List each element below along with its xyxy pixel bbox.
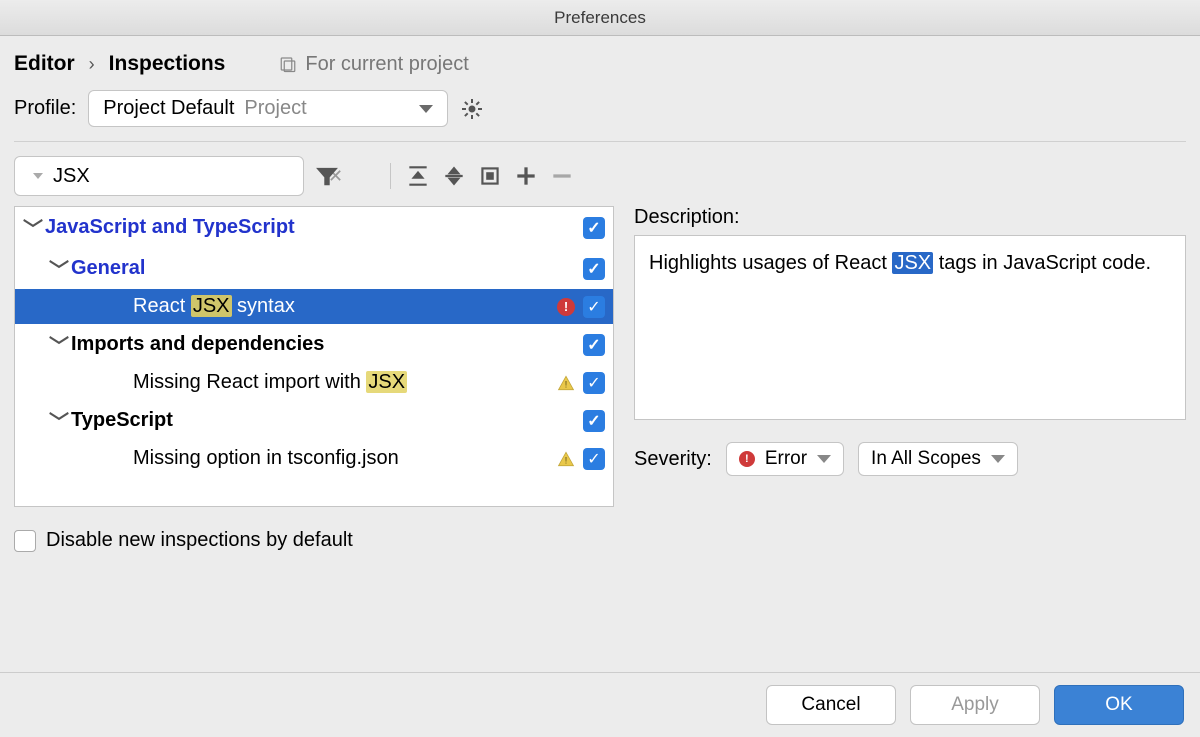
collapse-all-icon[interactable]	[441, 163, 467, 189]
tree-label: Missing React import with JSX	[133, 371, 407, 394]
chevron-down-icon: ﹀	[49, 406, 63, 435]
profile-selected-scope: Project	[244, 97, 306, 120]
checkbox-checked[interactable]: ✓	[583, 217, 605, 239]
checkbox-checked[interactable]: ✓	[583, 372, 605, 394]
checkbox-checked[interactable]: ✓	[583, 296, 605, 318]
reset-icon[interactable]	[477, 163, 503, 189]
chevron-right-icon: ›	[89, 54, 95, 75]
warning-icon: !	[557, 374, 575, 392]
gear-icon[interactable]	[460, 97, 484, 121]
checkbox-checked[interactable]: ✓	[583, 448, 605, 470]
breadcrumb-editor[interactable]: Editor	[14, 52, 75, 76]
tree-node-missing-tsconfig[interactable]: Missing option in tsconfig.json ! ✓	[15, 441, 613, 476]
checkbox-checked[interactable]: ✓	[583, 334, 605, 356]
breadcrumb: Editor › Inspections For current project	[14, 48, 1186, 90]
tree-node-missing-import[interactable]: Missing React import with JSX ! ✓	[15, 365, 613, 400]
apply-button[interactable]: Apply	[910, 685, 1040, 725]
chevron-down-icon: ﹀	[23, 213, 37, 242]
tree-label: TypeScript	[71, 409, 173, 432]
expand-all-icon[interactable]	[405, 163, 431, 189]
chevron-down-icon	[817, 455, 831, 463]
chevron-down-icon: ﹀	[49, 254, 63, 283]
scope-value: In All Scopes	[871, 448, 981, 470]
search-field[interactable]	[51, 164, 320, 189]
tree-node-react-jsx-syntax[interactable]: React JSX syntax ! ✓	[15, 289, 613, 324]
remove-icon[interactable]	[549, 163, 575, 189]
project-scope-icon	[279, 55, 297, 73]
ok-button[interactable]: OK	[1054, 685, 1184, 725]
window-title: Preferences	[0, 0, 1200, 36]
checkbox-checked[interactable]: ✓	[583, 410, 605, 432]
tree-node-imports[interactable]: ﹀ Imports and dependencies ✓	[15, 324, 613, 365]
inspection-tree[interactable]: ﹀ JavaScript and TypeScript ✓ ﹀ General …	[14, 206, 614, 507]
tree-label: Missing option in tsconfig.json	[133, 447, 399, 470]
disable-new-label: Disable new inspections by default	[46, 529, 353, 552]
add-icon[interactable]	[513, 163, 539, 189]
profile-selected-name: Project Default	[103, 97, 234, 120]
search-input[interactable]: ✕	[14, 156, 304, 196]
error-icon: !	[739, 451, 755, 467]
svg-text:!: !	[565, 379, 568, 389]
description-text: Highlights usages of React JSX tags in J…	[634, 235, 1186, 420]
tree-node-general[interactable]: ﹀ General ✓	[15, 248, 613, 289]
chevron-down-icon	[991, 455, 1005, 463]
chevron-down-icon: ﹀	[49, 330, 63, 359]
scope-select[interactable]: In All Scopes	[858, 442, 1018, 476]
disable-new-checkbox[interactable]	[14, 530, 36, 552]
severity-value: Error	[765, 448, 807, 470]
severity-select[interactable]: ! Error	[726, 442, 844, 476]
profile-select[interactable]: Project Default Project	[88, 90, 448, 127]
tree-node-typescript[interactable]: ﹀ TypeScript ✓	[15, 400, 613, 441]
chevron-down-icon	[419, 105, 433, 113]
divider	[14, 141, 1186, 142]
checkbox-checked[interactable]: ✓	[583, 258, 605, 280]
tree-label: JavaScript and TypeScript	[45, 216, 295, 239]
breadcrumb-inspections[interactable]: Inspections	[109, 52, 226, 76]
scope-label: For current project	[305, 53, 468, 76]
profile-label: Profile:	[14, 97, 76, 120]
cancel-button[interactable]: Cancel	[766, 685, 896, 725]
error-icon: !	[557, 298, 575, 316]
dialog-footer: Cancel Apply OK	[0, 672, 1200, 737]
filter-icon[interactable]	[314, 163, 340, 189]
severity-label: Severity:	[634, 448, 712, 471]
warning-icon: !	[557, 450, 575, 468]
tree-label: React JSX syntax	[133, 295, 295, 318]
tree-label: Imports and dependencies	[71, 333, 324, 356]
tree-node-js-ts[interactable]: ﹀ JavaScript and TypeScript ✓	[15, 207, 613, 248]
description-label: Description:	[634, 206, 1186, 229]
toolbar-separator	[390, 163, 391, 189]
tree-label: General	[71, 257, 145, 280]
svg-text:!: !	[565, 455, 568, 465]
search-history-icon[interactable]	[33, 173, 43, 179]
